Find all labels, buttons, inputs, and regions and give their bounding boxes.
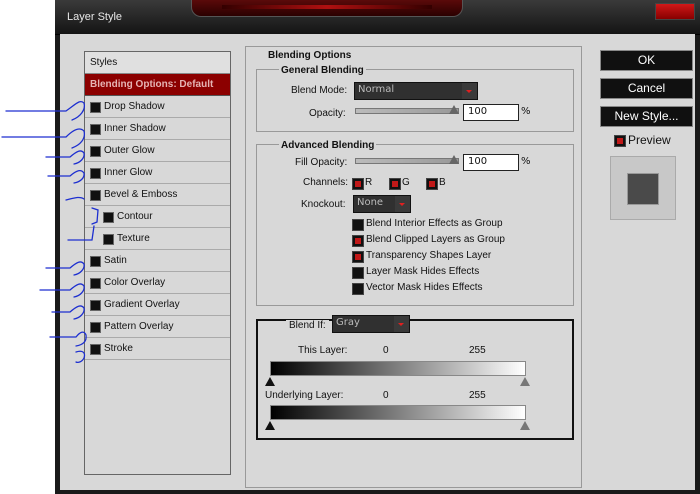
annotation-stroke <box>91 207 99 225</box>
annotation-stroke <box>39 283 85 298</box>
annotation-stroke <box>1 128 86 149</box>
annotation-stroke <box>75 350 86 364</box>
annotation-overlay <box>1 100 99 364</box>
annotation-stroke <box>45 150 85 165</box>
annotation-stroke <box>47 169 85 184</box>
annotation-stroke <box>5 100 86 121</box>
annotation-stroke <box>65 196 85 201</box>
annotation-stroke <box>45 261 85 276</box>
annotation-stroke <box>51 305 85 320</box>
annotation-stroke <box>67 225 95 241</box>
annotation-stroke <box>49 331 87 347</box>
